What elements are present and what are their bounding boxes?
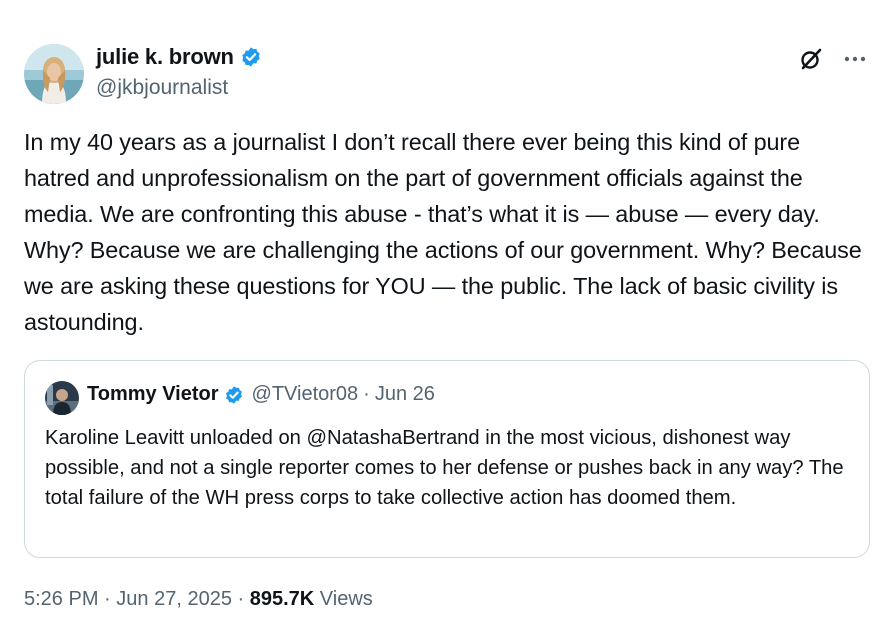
quoted-text: Karoline Leavitt unloaded on @NatashaBer… xyxy=(45,427,844,509)
quoted-tweet[interactable]: Tommy Vietor @TVietor08 · Jun 26 Karolin… xyxy=(24,360,870,558)
more-icon[interactable] xyxy=(840,44,870,74)
grok-icon[interactable] xyxy=(796,44,826,74)
meta-separator-2: · xyxy=(237,588,245,610)
tweet-time[interactable]: 5:26 PM xyxy=(24,588,98,610)
tweet-date[interactable]: Jun 27, 2025 xyxy=(116,588,232,610)
author-display-name[interactable]: julie k. brown xyxy=(96,44,234,70)
author-handle[interactable]: @jkbjournalist xyxy=(96,76,228,100)
tweet-text: In my 40 years as a journalist I don’t r… xyxy=(24,124,864,340)
quoted-date: Jun 26 xyxy=(374,383,435,405)
tweet: julie k. brown @jkbjournalist In my 40 y… xyxy=(0,0,890,636)
meta-separator-1: · xyxy=(104,588,111,610)
quoted-display-name: Tommy Vietor xyxy=(87,383,219,405)
quoted-header: Tommy Vietor @TVietor08 · Jun 26 xyxy=(87,383,435,406)
quoted-verified-badge-icon xyxy=(224,385,244,405)
views-label: Views xyxy=(319,588,373,610)
views-count[interactable]: 895.7K xyxy=(250,588,315,610)
author-name-row: julie k. brown xyxy=(96,44,262,70)
quoted-handle: @TVietor08 xyxy=(251,383,359,405)
verified-badge-icon xyxy=(240,46,262,68)
quoted-separator: · xyxy=(363,383,370,405)
tweet-meta: 5:26 PM · Jun 27, 2025 · 895.7K Views xyxy=(24,588,373,611)
tweet-body: In my 40 years as a journalist I don’t r… xyxy=(24,129,862,335)
quoted-author-avatar[interactable] xyxy=(45,381,79,415)
tweet-top-actions xyxy=(796,44,870,74)
author-avatar[interactable] xyxy=(24,44,84,104)
